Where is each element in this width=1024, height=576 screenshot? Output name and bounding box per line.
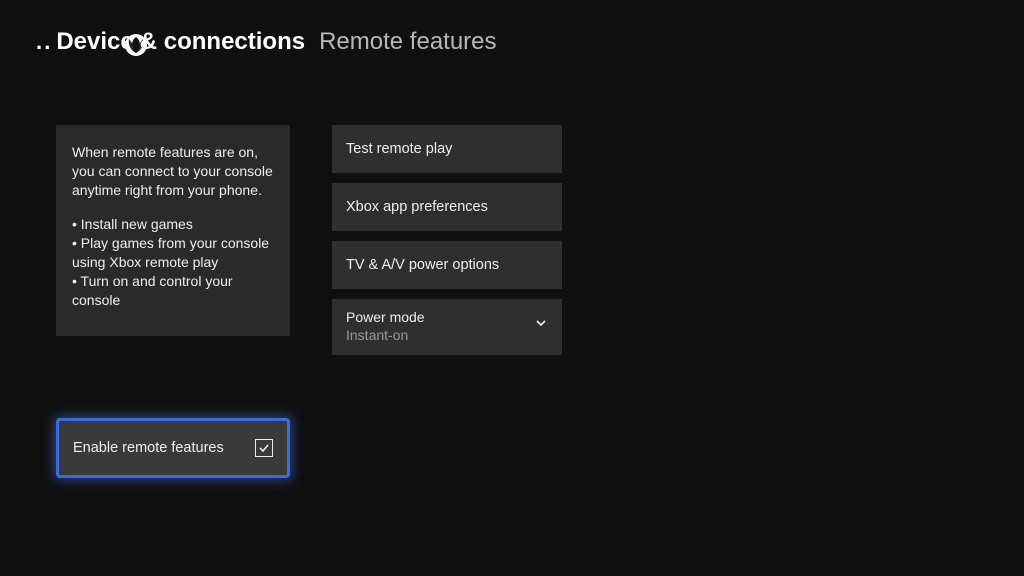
info-intro-text: When remote features are on, you can con… [72,143,274,200]
breadcrumb-header: . . Device & connections Remote features [0,0,1024,57]
right-column: Test remote play Xbox app preferences TV… [332,125,562,478]
breadcrumb-main-post: & connections [140,28,305,55]
left-column: When remote features are on, you can con… [56,125,290,478]
option-label: Xbox app preferences [346,199,488,215]
power-mode-label: Power mode [346,309,425,325]
info-bullet: • Turn on and control your console [72,272,274,310]
option-label: Test remote play [346,141,452,157]
power-mode-dropdown[interactable]: Power mode Instant-on [332,299,562,355]
checkbox-icon [255,439,273,457]
info-bullet: • Play games from your console using Xbo… [72,234,274,272]
enable-remote-features-checkbox[interactable]: Enable remote features [56,418,290,478]
breadcrumb-main-wrap: Device & connections [56,28,305,57]
chevron-down-icon [534,316,548,335]
xbox-app-preferences-button[interactable]: Xbox app preferences [332,183,562,231]
power-mode-value: Instant-on [346,327,425,343]
info-bullet: • Install new games [72,215,274,234]
power-mode-text: Power mode Instant-on [346,309,425,343]
content-area: When remote features are on, you can con… [0,57,1024,478]
header-dots: . . [36,29,48,55]
breadcrumb-main-pre: Device [56,28,133,55]
tv-av-power-options-button[interactable]: TV & A/V power options [332,241,562,289]
enable-remote-features-label: Enable remote features [73,440,224,456]
test-remote-play-button[interactable]: Test remote play [332,125,562,173]
option-label: TV & A/V power options [346,257,499,273]
breadcrumb-sub: Remote features [319,28,496,56]
info-panel: When remote features are on, you can con… [56,125,290,336]
